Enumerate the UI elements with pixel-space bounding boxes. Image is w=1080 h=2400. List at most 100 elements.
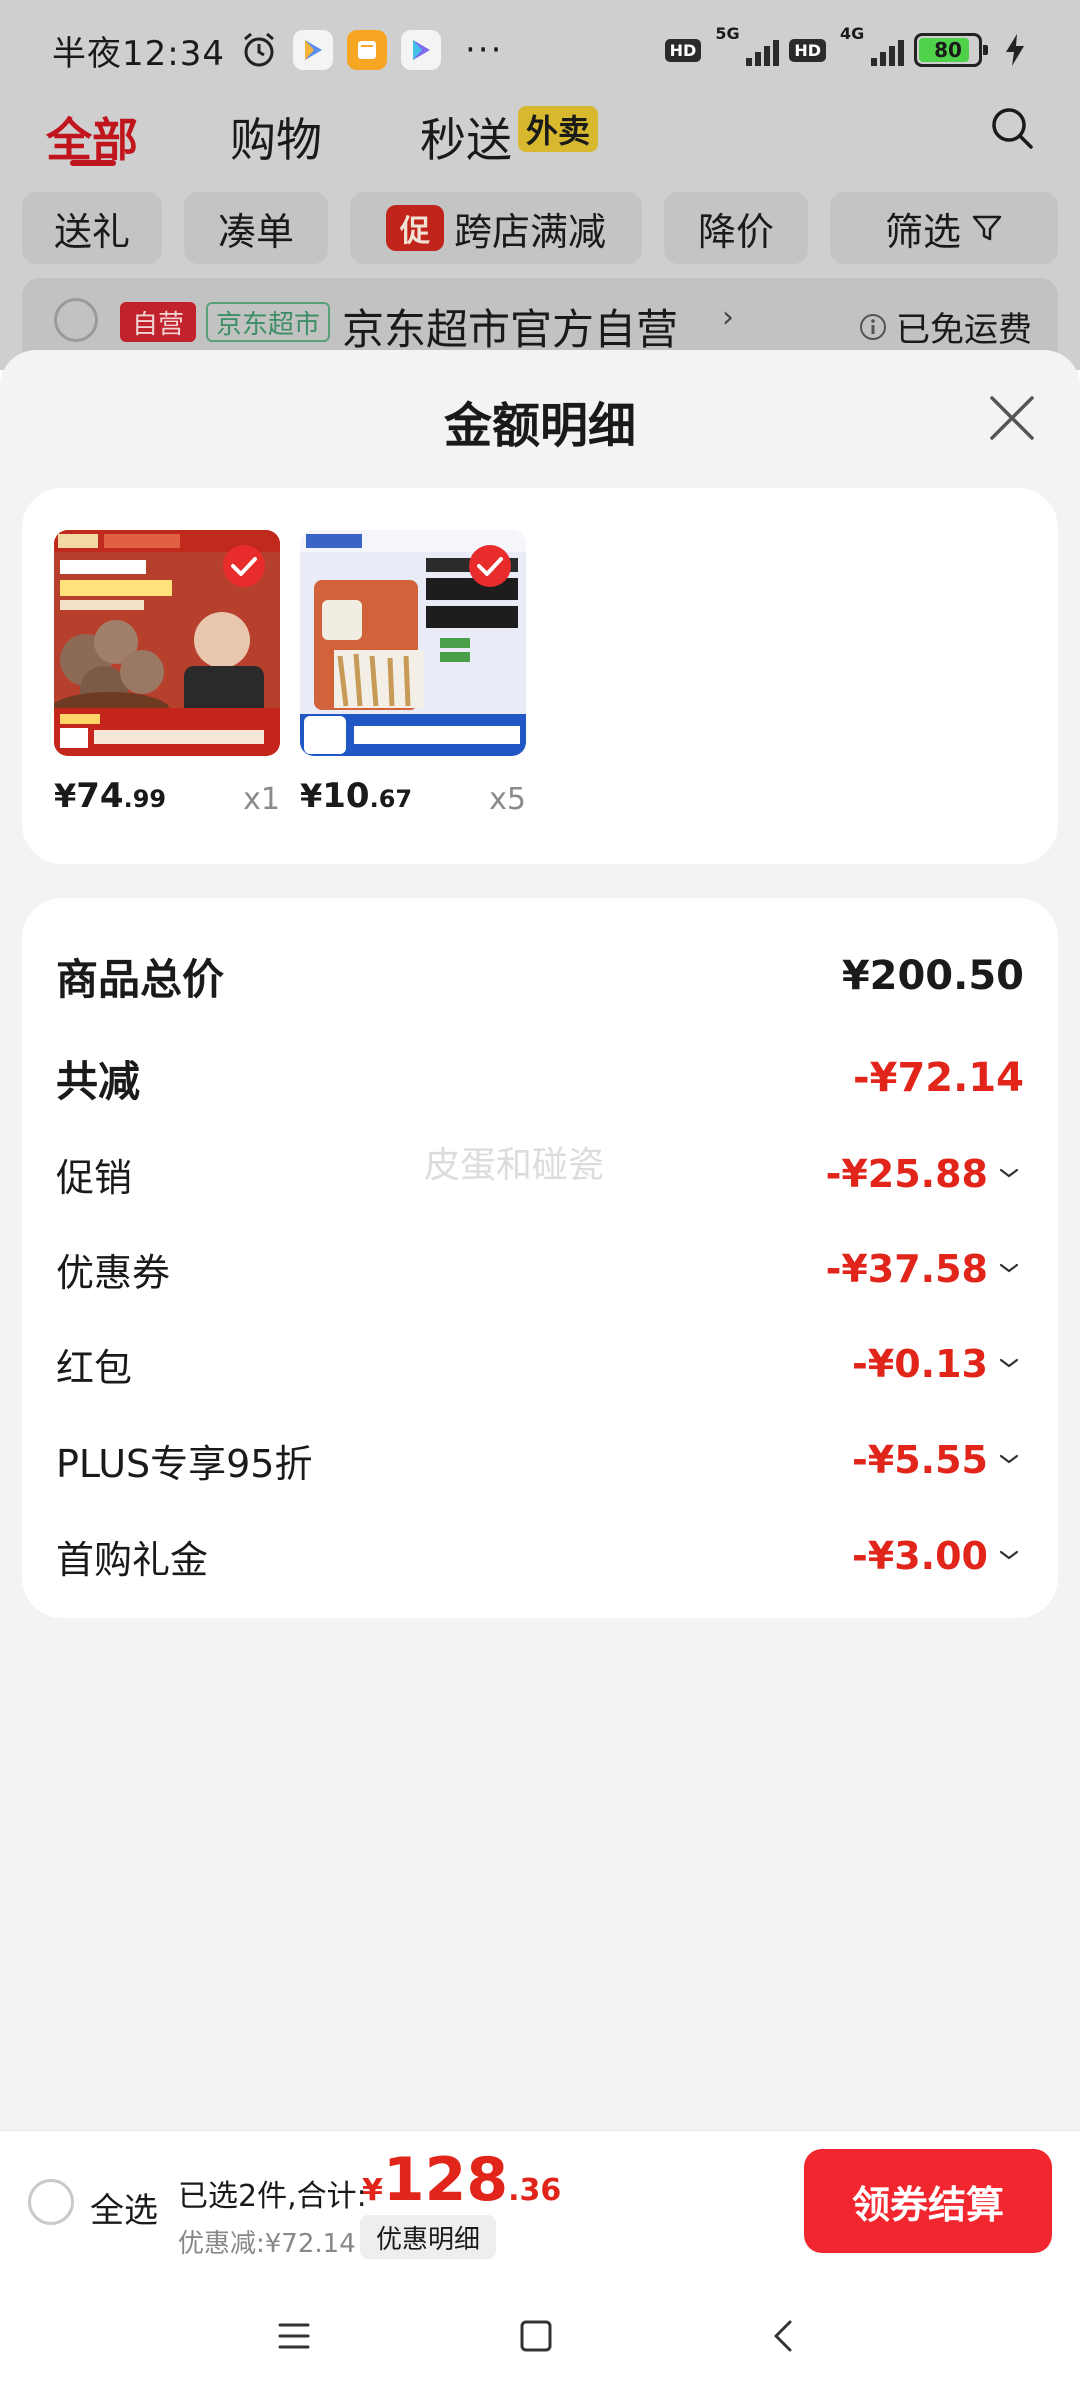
free-shipping-status: 已免运费 — [858, 302, 1032, 351]
discount-label: 优惠券 — [56, 1250, 171, 1295]
discount-row-first-purchase[interactable]: 首购礼金 -¥3.00 — [56, 1524, 1024, 1588]
product-image-meatballs — [54, 530, 280, 756]
tab-active-indicator — [70, 160, 116, 166]
chip-cross-store-discount[interactable]: 促 跨店满减 — [350, 192, 642, 264]
tab-shopping[interactable]: 购物 — [230, 104, 322, 170]
chip-bundle-label: 凑单 — [217, 209, 294, 254]
filter-funnel-icon — [972, 215, 1002, 241]
video-app-icon — [400, 30, 441, 70]
play-store-icon — [292, 30, 333, 70]
free-shipping-label: 已免运费 — [896, 310, 1032, 350]
shop-chevron-icon: › — [722, 300, 734, 335]
chip-price-drop-label: 降价 — [697, 209, 774, 254]
sheet-title: 金额明细 — [443, 398, 636, 454]
checkout-button[interactable]: 领券结算 — [804, 2149, 1052, 2253]
discount-row-coupon[interactable]: 优惠券 -¥37.58 — [56, 1237, 1024, 1301]
chip-bundle[interactable]: 凑单 — [184, 192, 328, 264]
shop-select-radio[interactable] — [54, 298, 98, 342]
home-icon[interactable] — [512, 2312, 560, 2360]
product-image-snack — [300, 530, 526, 756]
discount-row-promotion[interactable]: 促销 -¥25.88 — [56, 1142, 1024, 1206]
total-decimal: .36 — [508, 2173, 562, 2208]
check-icon — [223, 545, 265, 587]
discount-row-red-packet[interactable]: 红包 -¥0.13 — [56, 1332, 1024, 1396]
total-reduction-label: 共减 — [56, 1056, 141, 1106]
chip-price-drop[interactable]: 降价 — [664, 192, 808, 264]
price-currency: ¥ — [300, 777, 323, 815]
check-icon — [469, 545, 511, 587]
discount-label: 首购礼金 — [56, 1537, 209, 1582]
gen-label-5g: 5G — [715, 24, 740, 43]
price-decimal: .67 — [369, 785, 413, 813]
amount-detail-sheet: 金额明细 ¥74.99 x1 ¥10.67 x5 商品总价 ¥200.50 共减… — [0, 350, 1080, 2130]
total-amount: ¥128.36 — [362, 2145, 561, 2215]
discount-value: -¥37.58 — [825, 1247, 988, 1291]
price-summary-card: 商品总价 ¥200.50 共减 -¥72.14 皮蛋和碰瓷 促销 -¥25.88… — [22, 898, 1058, 1618]
system-nav-bar — [0, 2272, 1080, 2400]
jd-mart-tag: 京东超市 — [206, 302, 331, 342]
chip-cross-store-label: 跨店满减 — [453, 209, 606, 254]
promo-icon: 促 — [385, 205, 444, 251]
discount-label: 红包 — [56, 1345, 133, 1390]
info-icon — [860, 313, 886, 340]
shop-name[interactable]: 京东超市官方自营 — [342, 296, 678, 357]
search-icon[interactable] — [988, 104, 1036, 152]
discount-detail-button[interactable]: 优惠明细 — [360, 2215, 497, 2259]
chevron-down-icon — [999, 1263, 1019, 1273]
signal-5g-icon: 5G — [711, 24, 780, 70]
discount-row-plus[interactable]: PLUS专享95折 -¥5.55 — [56, 1428, 1024, 1492]
chevron-down-icon — [999, 1358, 1019, 1368]
product-quantity: x1 — [243, 782, 280, 817]
total-reduction-value: -¥72.14 — [853, 1055, 1024, 1101]
price-integer: 74 — [76, 776, 124, 816]
product-item[interactable]: ¥10.67 x5 — [300, 530, 526, 834]
product-price: ¥74.99 — [54, 776, 166, 816]
takeout-badge: 外卖 — [518, 106, 599, 152]
discount-summary-text: 优惠减:¥72.14 — [178, 2229, 356, 2259]
discount-value: -¥3.00 — [852, 1534, 988, 1578]
total-currency: ¥ — [362, 2173, 383, 2208]
chip-filter[interactable]: 筛选 — [830, 192, 1058, 264]
price-decimal: .99 — [123, 785, 167, 813]
top-tabs: 全部 购物 秒送 外卖 — [0, 100, 1080, 196]
total-price-value: ¥200.50 — [841, 953, 1024, 999]
total-integer: 128 — [382, 2145, 509, 2215]
menu-icon[interactable] — [270, 2312, 318, 2360]
notes-app-icon — [346, 30, 387, 70]
product-price: ¥10.67 — [300, 776, 412, 816]
signal-4g-icon: 4G — [836, 24, 904, 70]
alarm-icon — [244, 32, 274, 67]
total-price-label: 商品总价 — [56, 954, 225, 1004]
chevron-down-icon — [999, 1454, 1019, 1464]
status-bar: 半夜12:34 ··· HD 5G HD 4G 80 — [0, 0, 1080, 100]
discount-label: PLUS专享95折 — [56, 1441, 313, 1486]
gen-label-4g: 4G — [840, 24, 865, 43]
chip-gift-label: 送礼 — [53, 209, 130, 254]
price-currency: ¥ — [54, 777, 77, 815]
discount-value: -¥0.13 — [852, 1342, 988, 1386]
discount-value: -¥5.55 — [852, 1438, 988, 1482]
close-icon[interactable] — [986, 392, 1038, 444]
filter-chips: 送礼 凑单 促 跨店满减 降价 筛选 — [0, 192, 1080, 274]
chip-gift[interactable]: 送礼 — [22, 192, 162, 264]
selected-count-text: 已选2件,合计: — [178, 2179, 367, 2214]
product-quantity: x5 — [489, 782, 526, 817]
chevron-down-icon — [999, 1550, 1019, 1560]
back-icon[interactable] — [760, 2312, 808, 2360]
self-operated-tag: 自营 — [120, 302, 197, 342]
product-item[interactable]: ¥74.99 x1 — [54, 530, 280, 834]
tab-instant-delivery[interactable]: 秒送 — [420, 104, 512, 170]
cart-page-background: 全部 购物 秒送 外卖 送礼 凑单 促 跨店满减 降价 筛选 自营 京东超市 京… — [0, 100, 1080, 378]
total-price-row: 商品总价 ¥200.50 — [56, 944, 1024, 1008]
chip-filter-label: 筛选 — [884, 209, 961, 254]
battery-level: 80 — [934, 38, 962, 62]
more-notifications-icon: ··· — [464, 30, 504, 70]
discount-value: -¥25.88 — [825, 1152, 988, 1196]
discount-label: 促销 — [56, 1155, 133, 1200]
products-card: ¥74.99 x1 ¥10.67 x5 — [22, 488, 1058, 864]
select-all-radio[interactable] — [28, 2179, 74, 2225]
select-all-label[interactable]: 全选 — [90, 2183, 158, 2232]
hd-badge-1: HD — [664, 38, 702, 62]
charging-bolt-icon — [1006, 34, 1024, 66]
status-time: 半夜12:34 — [52, 33, 225, 74]
